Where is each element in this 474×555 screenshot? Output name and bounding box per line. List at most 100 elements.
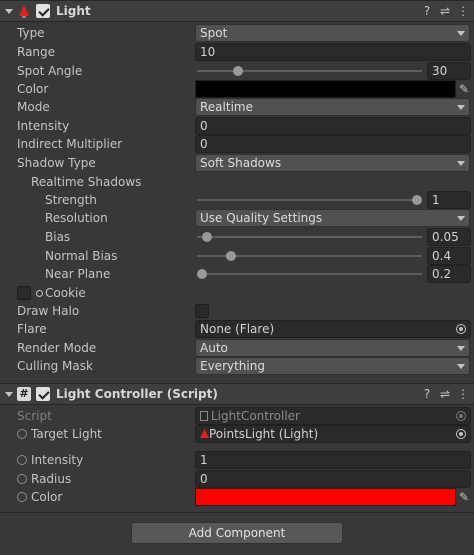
object-picker-icon <box>456 411 466 421</box>
normal-bias-field[interactable]: 0.4 <box>427 247 471 265</box>
cookie-texture-slot[interactable] <box>17 286 31 300</box>
dropdown-arrow-icon <box>457 364 465 369</box>
object-dot-icon <box>36 290 43 297</box>
near-plane-field[interactable]: 0.2 <box>427 265 471 283</box>
dropdown-arrow-icon <box>457 31 465 36</box>
flare-object-field[interactable]: None (Flare) <box>195 320 471 338</box>
near-plane-slider-track[interactable] <box>197 273 422 275</box>
dropdown-arrow-icon <box>457 105 465 110</box>
spot-angle-label: Spot Angle <box>17 64 83 78</box>
light-icon <box>19 5 29 18</box>
flare-label: Flare <box>17 322 47 336</box>
more-icon[interactable]: ⋮ <box>456 4 470 18</box>
intensity-field[interactable]: 0 <box>195 117 471 135</box>
strength-row: Strength 1 <box>0 191 474 209</box>
controller-enabled-checkbox[interactable] <box>36 387 50 401</box>
type-label: Type <box>17 26 45 40</box>
bias-row: Bias 0.05 <box>0 228 474 246</box>
shadow-type-row: Shadow Type Soft Shadows <box>0 154 474 172</box>
normal-bias-label: Normal Bias <box>45 249 118 263</box>
draw-halo-checkbox[interactable] <box>195 304 209 318</box>
object-picker-icon[interactable] <box>456 324 466 334</box>
light-component-header[interactable]: Light ? ⇌ ⋮ <box>0 0 474 22</box>
range-label: Range <box>17 45 56 59</box>
controller-color-swatch[interactable] <box>195 488 456 506</box>
indirect-multiplier-field[interactable]: 0 <box>195 135 471 153</box>
culling-mask-label: Culling Mask <box>17 359 93 373</box>
intensity-row: Intensity 0 <box>0 117 474 135</box>
script-hash-icon: # <box>17 387 31 401</box>
resolution-value: Use Quality Settings <box>200 211 323 225</box>
indirect-multiplier-row: Indirect Multiplier 0 <box>0 135 474 153</box>
help-icon[interactable]: ? <box>420 387 434 401</box>
shadow-type-value: Soft Shadows <box>200 156 282 170</box>
object-picker-icon[interactable] <box>456 429 466 439</box>
normal-bias-row: Normal Bias 0.4 <box>0 247 474 265</box>
target-light-field[interactable]: PointsLight (Light) <box>195 425 471 443</box>
shadow-type-dropdown[interactable]: Soft Shadows <box>195 154 470 172</box>
mode-label: Mode <box>17 100 50 114</box>
eyedropper-icon[interactable]: ✎ <box>456 488 472 506</box>
culling-mask-dropdown[interactable]: Everything <box>195 357 470 375</box>
spot-angle-slider-thumb[interactable] <box>232 66 243 76</box>
type-dropdown[interactable]: Spot <box>195 24 470 42</box>
radius-field[interactable]: 0 <box>195 470 471 488</box>
spot-angle-field[interactable]: 30 <box>427 62 471 80</box>
bias-slider-thumb[interactable] <box>202 232 213 242</box>
dropdown-arrow-icon <box>457 346 465 351</box>
indirect-multiplier-label: Indirect Multiplier <box>17 137 123 151</box>
resolution-label: Resolution <box>45 211 108 225</box>
mode-value: Realtime <box>200 100 253 114</box>
target-light-value: PointsLight (Light) <box>209 427 319 441</box>
component-title: Light <box>56 4 91 18</box>
draw-halo-label: Draw Halo <box>17 304 80 318</box>
render-mode-dropdown[interactable]: Auto <box>195 339 470 357</box>
strength-field[interactable]: 1 <box>427 191 471 209</box>
strength-slider-thumb[interactable] <box>412 195 422 205</box>
light-controller-header[interactable]: # Light Controller (Script) ? ⇌ ⋮ <box>0 383 474 405</box>
shadow-type-label: Shadow Type <box>17 156 96 170</box>
resolution-dropdown[interactable]: Use Quality Settings <box>195 209 470 227</box>
cookie-label: Cookie <box>45 286 86 300</box>
preset-icon[interactable]: ⇌ <box>438 4 452 18</box>
controller-intensity-field[interactable]: 1 <box>195 451 471 469</box>
near-plane-slider-thumb[interactable] <box>197 269 207 279</box>
spot-angle-slider-track[interactable] <box>197 70 422 72</box>
color-row: Color ✎ <box>0 80 474 98</box>
section-divider <box>0 512 474 513</box>
script-label: Script <box>17 409 52 423</box>
mode-row: Mode Realtime <box>0 98 474 116</box>
strength-slider-track[interactable] <box>197 199 422 201</box>
bias-field[interactable]: 0.05 <box>427 228 471 246</box>
draw-halo-row: Draw Halo <box>0 302 474 320</box>
culling-mask-value: Everything <box>200 359 265 373</box>
help-icon[interactable]: ? <box>420 4 434 18</box>
intensity-label: Intensity <box>17 119 70 133</box>
range-row: Range 10 <box>0 43 474 61</box>
prefab-override-icon <box>17 474 27 484</box>
preset-icon[interactable]: ⇌ <box>438 387 452 401</box>
radius-row: Radius 0 <box>0 470 474 488</box>
controller-color-label: Color <box>31 490 63 504</box>
resolution-row: Resolution Use Quality Settings <box>0 209 474 227</box>
bias-slider-track[interactable] <box>197 236 422 238</box>
mode-dropdown[interactable]: Realtime <box>195 98 470 116</box>
add-component-button[interactable]: Add Component <box>131 522 343 544</box>
dropdown-arrow-icon <box>457 161 465 166</box>
normal-bias-slider-thumb[interactable] <box>225 251 236 261</box>
type-value: Spot <box>200 26 228 40</box>
more-icon[interactable]: ⋮ <box>456 387 470 401</box>
target-light-row: Target Light PointsLight (Light) <box>0 425 474 443</box>
foldout-arrow-icon[interactable] <box>5 9 13 14</box>
eyedropper-icon[interactable]: ✎ <box>456 80 472 98</box>
light-enabled-checkbox[interactable] <box>36 4 50 18</box>
script-object-field: LightController <box>195 407 471 425</box>
flare-value: None (Flare) <box>200 322 275 336</box>
foldout-arrow-icon[interactable] <box>5 392 13 397</box>
color-swatch[interactable] <box>195 80 456 98</box>
range-field[interactable]: 10 <box>195 43 471 61</box>
script-file-icon <box>200 411 208 421</box>
strength-label: Strength <box>45 193 97 207</box>
light-icon <box>200 429 209 438</box>
spot-angle-row: Spot Angle 30 <box>0 62 474 80</box>
